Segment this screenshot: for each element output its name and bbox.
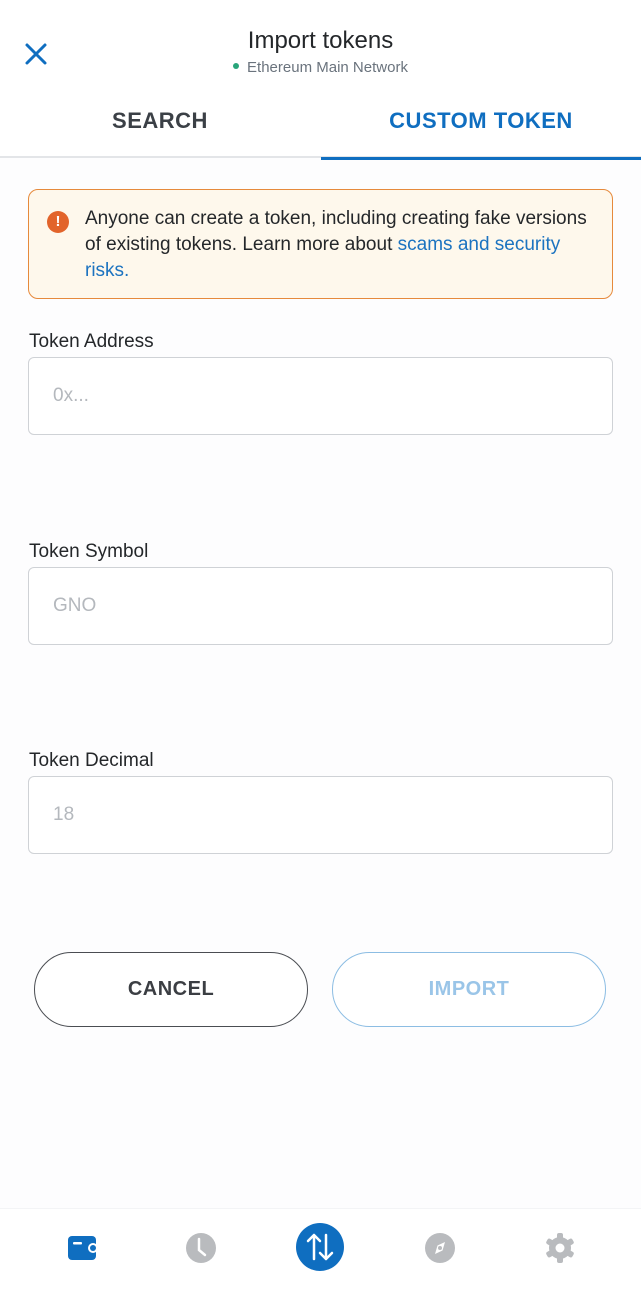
- nav-swap[interactable]: [295, 1222, 345, 1272]
- token-symbol-label: Token Symbol: [29, 541, 149, 562]
- page-title: Import tokens: [247, 27, 394, 54]
- exclamation-circle-icon: !: [47, 211, 69, 233]
- import-button[interactable]: IMPORT: [332, 952, 606, 1027]
- token-decimal-label: Token Decimal: [29, 750, 154, 771]
- clock-icon: [186, 1233, 216, 1263]
- nav-settings[interactable]: [543, 1231, 577, 1265]
- token-decimal-field[interactable]: [28, 776, 613, 854]
- compass-icon: [425, 1233, 455, 1263]
- tab-bar: SEARCH CUSTOM TOKEN: [0, 90, 641, 160]
- network-name: Ethereum Main Network: [247, 59, 408, 76]
- tab-custom-token[interactable]: CUSTOM TOKEN: [321, 90, 641, 160]
- nav-browser[interactable]: [423, 1231, 457, 1265]
- token-symbol-field[interactable]: [28, 567, 613, 645]
- tab-search[interactable]: SEARCH: [0, 90, 320, 158]
- network-indicator[interactable]: Ethereum Main Network: [0, 59, 641, 76]
- nav-activity[interactable]: [184, 1231, 218, 1265]
- gear-icon: [546, 1233, 574, 1263]
- token-decimal-input[interactable]: [29, 777, 612, 853]
- token-address-input[interactable]: [29, 358, 612, 434]
- network-status-dot: [233, 63, 240, 70]
- wallet-icon: [68, 1236, 98, 1260]
- token-address-field[interactable]: [28, 357, 613, 435]
- header: Import tokens Ethereum Main Network: [0, 0, 641, 90]
- bottom-nav: [0, 1208, 641, 1289]
- warning-banner: ! Anyone can create a token, including c…: [28, 189, 613, 299]
- token-symbol-input[interactable]: [29, 568, 612, 644]
- cancel-button[interactable]: CANCEL: [34, 952, 308, 1027]
- token-address-label: Token Address: [29, 331, 154, 352]
- swap-arrows-icon: [296, 1223, 344, 1271]
- nav-wallet[interactable]: [66, 1231, 100, 1265]
